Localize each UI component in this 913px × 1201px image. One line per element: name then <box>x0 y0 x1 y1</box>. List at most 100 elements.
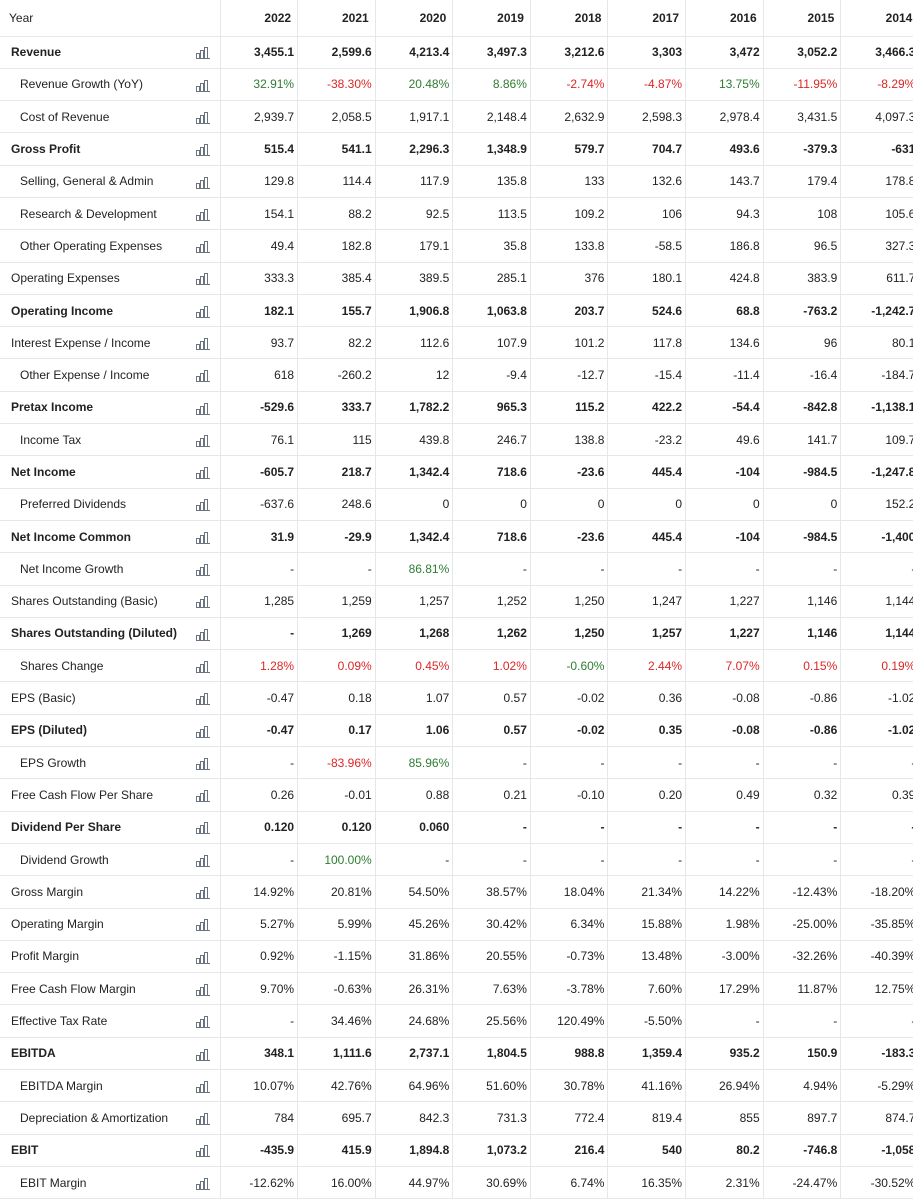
value-cell: -184.7 <box>840 358 913 392</box>
chart-button[interactable] <box>186 1166 221 1200</box>
bar-chart-icon[interactable] <box>195 756 210 770</box>
bar-chart-icon[interactable] <box>195 206 210 221</box>
bar-chart-icon[interactable] <box>195 142 210 157</box>
bar-chart-icon[interactable] <box>195 659 210 673</box>
bar-chart-icon[interactable] <box>195 1175 210 1190</box>
bar-chart-icon[interactable] <box>195 723 210 738</box>
table-row: Profit Margin 0.92% -1.15% 31.86% 20.55% -0.7… <box>0 940 913 974</box>
bar-chart-icon[interactable] <box>195 1046 210 1061</box>
chart-button[interactable] <box>186 681 221 715</box>
chart-button[interactable] <box>186 68 221 102</box>
bar-chart-icon[interactable] <box>195 788 210 803</box>
chart-button[interactable] <box>186 746 221 780</box>
value-cell: 0.15% <box>762 649 841 683</box>
chart-button[interactable] <box>186 455 221 489</box>
chart-button[interactable] <box>186 714 221 748</box>
chart-button[interactable] <box>186 972 221 1006</box>
chart-button[interactable] <box>186 585 221 618</box>
bar-chart-icon[interactable] <box>195 336 210 350</box>
row-label: EBITDA <box>0 1037 186 1071</box>
bar-chart-icon[interactable] <box>195 562 210 577</box>
bar-chart-icon[interactable] <box>195 820 210 835</box>
chart-button[interactable] <box>186 875 221 909</box>
chart-button[interactable] <box>186 908 221 941</box>
year-header[interactable]: 2015 <box>762 0 841 37</box>
chart-button[interactable] <box>186 520 221 554</box>
bar-chart-icon[interactable] <box>195 45 210 60</box>
year-header[interactable]: 2018 <box>529 0 608 37</box>
chart-button[interactable] <box>186 811 221 844</box>
bar-chart-icon[interactable] <box>195 174 210 189</box>
value-cell: -0.86 <box>762 714 841 748</box>
bar-chart-icon[interactable] <box>195 400 210 415</box>
chart-button[interactable] <box>186 197 221 231</box>
chart-button[interactable] <box>186 1069 221 1103</box>
chart-button[interactable] <box>186 294 221 328</box>
bar-chart-icon[interactable] <box>195 626 210 641</box>
year-header[interactable]: 2017 <box>607 0 686 37</box>
bar-chart-icon[interactable] <box>195 303 210 318</box>
value-cell: 0.35 <box>607 714 686 748</box>
chart-button[interactable] <box>186 165 221 198</box>
year-header[interactable]: 2016 <box>685 0 764 37</box>
year-header[interactable]: 2019 <box>452 0 531 37</box>
table-row: EBIT -435.9 415.9 1,894.8 1,073.2 216.4 540 80.… <box>0 1134 913 1167</box>
bar-chart-icon[interactable] <box>195 368 210 383</box>
chart-button[interactable] <box>186 843 221 877</box>
value-cell: 109.2 <box>529 197 608 231</box>
chart-button[interactable] <box>186 100 221 134</box>
value-cell: 327.3 <box>840 229 913 263</box>
year-header[interactable]: 2022 <box>219 0 298 37</box>
bar-chart-icon[interactable] <box>195 885 210 900</box>
value-cell: 18.04% <box>529 875 608 909</box>
chart-button[interactable] <box>186 1101 221 1135</box>
value-cell: 133 <box>529 165 608 198</box>
value-cell: 3,431.5 <box>762 100 841 134</box>
chart-button[interactable] <box>186 423 221 457</box>
bar-chart-icon[interactable] <box>195 594 210 609</box>
bar-chart-icon[interactable] <box>195 271 210 286</box>
value-cell: 31.86% <box>374 940 453 974</box>
bar-chart-icon[interactable] <box>195 917 210 932</box>
bar-chart-icon[interactable] <box>195 1078 210 1093</box>
chart-button[interactable] <box>186 1134 221 1167</box>
chart-button[interactable] <box>186 358 221 392</box>
chart-button[interactable] <box>186 1037 221 1071</box>
bar-chart-icon[interactable] <box>195 497 210 512</box>
bar-chart-icon[interactable] <box>195 110 210 124</box>
chart-button[interactable] <box>186 778 221 812</box>
chart-button[interactable] <box>186 36 221 69</box>
bar-chart-icon[interactable] <box>195 529 210 544</box>
bar-chart-icon[interactable] <box>195 77 210 92</box>
year-header[interactable]: 2020 <box>374 0 453 37</box>
year-header[interactable]: 2014 <box>840 0 913 37</box>
chart-button[interactable] <box>186 326 221 360</box>
chart-button[interactable] <box>186 488 221 521</box>
bar-chart-icon[interactable] <box>195 691 210 706</box>
bar-chart-icon[interactable] <box>195 1143 210 1158</box>
chart-button[interactable] <box>186 132 221 166</box>
chart-button[interactable] <box>186 617 221 651</box>
bar-chart-icon[interactable] <box>195 1014 210 1029</box>
value-cell: 106 <box>607 197 686 231</box>
bar-chart-icon[interactable] <box>195 852 210 867</box>
chart-button[interactable] <box>186 649 221 683</box>
bar-chart-icon[interactable] <box>195 433 210 447</box>
bar-chart-icon[interactable] <box>195 949 210 964</box>
value-cell: - <box>607 552 686 586</box>
chart-button[interactable] <box>186 552 221 586</box>
chart-button[interactable] <box>186 229 221 263</box>
chart-button[interactable] <box>186 391 221 425</box>
value-cell: 285.1 <box>452 262 531 295</box>
chart-button[interactable] <box>186 940 221 974</box>
bar-chart-icon[interactable] <box>195 465 210 480</box>
value-cell: -435.9 <box>219 1134 298 1167</box>
bar-chart-icon[interactable] <box>195 982 210 996</box>
chart-button[interactable] <box>186 262 221 295</box>
bar-chart-icon[interactable] <box>195 1111 210 1126</box>
value-cell: 20.48% <box>374 68 453 102</box>
year-header[interactable]: 2021 <box>297 0 376 37</box>
bar-chart-icon[interactable] <box>195 239 210 254</box>
value-cell: - <box>840 1004 913 1038</box>
chart-button[interactable] <box>186 1004 221 1038</box>
